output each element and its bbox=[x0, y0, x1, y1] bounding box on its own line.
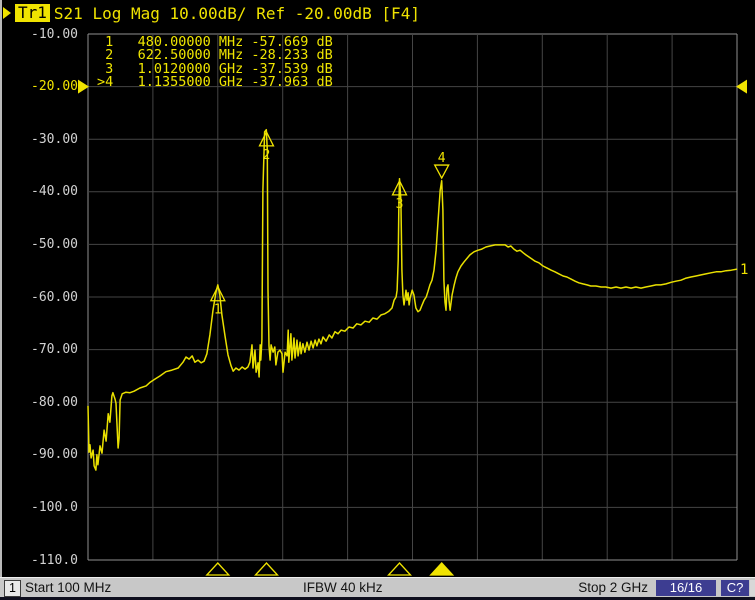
trace-end-number: 1 bbox=[740, 262, 748, 278]
stimulus-marker-3[interactable] bbox=[389, 563, 411, 575]
y-axis-tick-label: -30.00 bbox=[2, 132, 78, 147]
measurement-plot: 1 1 2 3 4 bbox=[0, 0, 755, 600]
marker-table: 1 480.00000 MHz -57.669 dB 2 622.50000 M… bbox=[97, 36, 333, 90]
vna-screen: Tr1 S21 Log Mag 10.00dB/ Ref -20.00dB [F… bbox=[0, 0, 755, 600]
y-axis-tick-label: -20.00 bbox=[2, 79, 78, 94]
y-axis-tick-label: -10.00 bbox=[2, 27, 78, 42]
start-frequency-label: Start 100 MHz bbox=[25, 580, 111, 595]
y-axis-tick-label: -50.00 bbox=[2, 237, 78, 252]
statusbar-corner-chip bbox=[750, 580, 755, 596]
marker-2-number: 2 bbox=[263, 148, 271, 163]
y-axis-tick-label: -80.00 bbox=[2, 395, 78, 410]
y-axis-tick-label: -100.0 bbox=[2, 500, 78, 515]
status-bar: 1 Start 100 MHz IFBW 40 kHz Stop 2 GHz 1… bbox=[0, 577, 755, 597]
y-axis-tick-label: -110.0 bbox=[2, 553, 78, 568]
ifbw-label: IFBW 40 kHz bbox=[303, 580, 383, 595]
ref-level-handle-right[interactable] bbox=[736, 80, 747, 94]
stimulus-marker-2[interactable] bbox=[255, 563, 277, 575]
stop-frequency-label: Stop 2 GHz bbox=[578, 580, 648, 595]
marker-1-number: 1 bbox=[214, 303, 222, 318]
sweep-points-indicator: 16/16 bbox=[656, 580, 716, 596]
y-axis-tick-label: -70.00 bbox=[2, 342, 78, 357]
cal-status-indicator: C? bbox=[721, 580, 749, 596]
marker-4-number: 4 bbox=[438, 151, 446, 166]
marker-4-glyph-active[interactable] bbox=[435, 165, 449, 178]
stimulus-marker-1[interactable] bbox=[207, 563, 229, 575]
ref-level-handle-left[interactable] bbox=[78, 80, 89, 94]
y-axis-tick-label: -90.00 bbox=[2, 447, 78, 462]
marker-3-number: 3 bbox=[396, 197, 404, 212]
marker-row-4-active: >4 1.1355000 GHz -37.963 dB bbox=[97, 76, 333, 89]
channel-indicator: 1 bbox=[4, 580, 21, 597]
stimulus-marker-4[interactable] bbox=[431, 563, 453, 575]
y-axis-tick-label: -60.00 bbox=[2, 290, 78, 305]
y-axis-tick-label: -40.00 bbox=[2, 184, 78, 199]
